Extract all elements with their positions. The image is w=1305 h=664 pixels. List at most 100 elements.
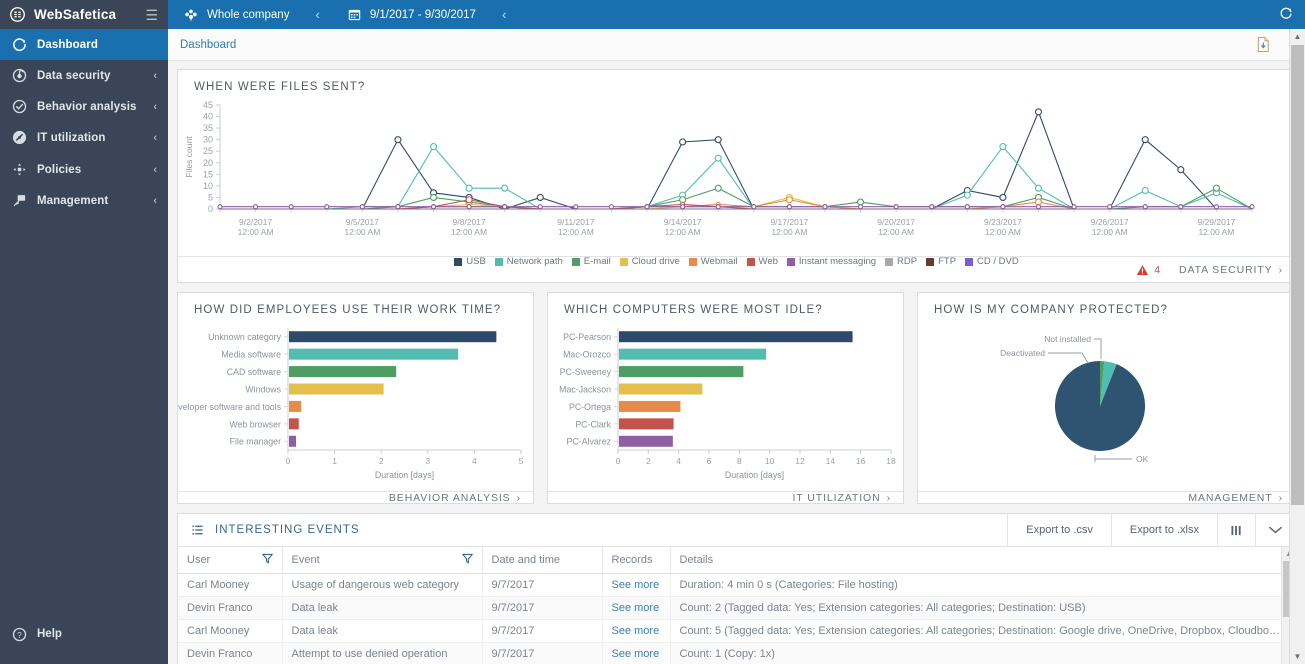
bar[interactable] <box>619 418 674 430</box>
filter-icon[interactable] <box>261 553 273 567</box>
bar[interactable] <box>619 383 703 395</box>
chevron-left-icon: ‹ <box>153 194 157 207</box>
scope-chevron-icon[interactable]: ‹ <box>303 7 331 22</box>
col-header-event[interactable]: Event <box>282 547 483 574</box>
sidebar-nav: Dashboard Data security ‹ Behavior analy… <box>0 29 168 216</box>
svg-text:2: 2 <box>379 456 384 466</box>
events-header: INTERESTING EVENTS Export to .csv Export… <box>178 514 1295 547</box>
sidebar-item-policies[interactable]: Policies ‹ <box>0 154 168 185</box>
svg-text:12:00 AM: 12:00 AM <box>238 227 274 237</box>
footer-link-management[interactable]: MANAGEMENT <box>1188 492 1272 504</box>
scope-label: Whole company <box>207 8 290 21</box>
card-idle-computers: WHICH COMPUTERS WERE MOST IDLE? PC-Pears… <box>547 292 904 504</box>
cell-records[interactable]: See more <box>602 619 671 643</box>
bar-category-label: Mac-Jackson <box>559 384 611 394</box>
date-chevron-icon[interactable]: ‹ <box>490 7 518 22</box>
events-title: INTERESTING EVENTS <box>215 524 360 536</box>
barchart2-plot: PC-Pearson Mac-Orozco PC-Sweeney Mac-Jackso… <box>548 320 903 491</box>
bar[interactable] <box>619 435 673 447</box>
scope-selector[interactable]: Whole company <box>168 0 303 29</box>
card-company-protected: HOW IS MY COMPANY PROTECTED? Not install… <box>917 292 1296 504</box>
table-row[interactable]: Carl Mooney Data leak 9/7/2017 See more Coun… <box>178 619 1295 643</box>
col-header-date[interactable]: Date and time <box>482 547 603 574</box>
interesting-events-panel: INTERESTING EVENTS Export to .csv Export… <box>177 513 1296 664</box>
cell-user: Devin Franco <box>178 596 283 620</box>
bar[interactable] <box>289 435 296 447</box>
bar-category-label: Windows <box>245 384 281 394</box>
svg-text:25: 25 <box>203 146 213 156</box>
bar[interactable] <box>619 400 681 412</box>
export-xlsx-button[interactable]: Export to .xlsx <box>1110 514 1217 546</box>
bar[interactable] <box>289 366 397 378</box>
alert-indicator[interactable]: 4 <box>1136 264 1161 276</box>
sidebar-help-label: Help <box>37 628 62 640</box>
events-table-body: Carl Mooney Usage of dangerous web catego… <box>178 573 1295 664</box>
cell-date: 9/7/2017 <box>482 619 603 643</box>
bar[interactable] <box>619 366 744 378</box>
svg-text:14: 14 <box>826 456 836 466</box>
bar[interactable] <box>619 348 767 360</box>
sidebar-item-it-utilization[interactable]: IT utilization ‹ <box>0 122 168 153</box>
sidebar-item-data-security[interactable]: Data security ‹ <box>0 60 168 91</box>
bar[interactable] <box>289 331 497 343</box>
see-more-link[interactable]: See more <box>612 602 660 614</box>
see-more-link[interactable]: See more <box>612 648 660 660</box>
svg-text:12: 12 <box>795 456 805 466</box>
table-row[interactable]: Devin Franco Attempt to use denied operat… <box>178 642 1295 664</box>
bar[interactable] <box>289 383 384 395</box>
line-chart-title: WHEN WERE FILES SENT? <box>194 81 366 93</box>
bar[interactable] <box>619 331 853 343</box>
page-scroll-up-icon[interactable]: ▲ <box>1290 29 1305 44</box>
sidebar-item-label: IT utilization <box>37 131 106 144</box>
svg-text:12:00 AM: 12:00 AM <box>878 227 914 237</box>
export-document-icon[interactable] <box>1256 36 1271 53</box>
page-scroll-thumb[interactable] <box>1291 45 1304 505</box>
table-row[interactable]: Devin Franco Data leak 9/7/2017 See more Cou… <box>178 596 1295 620</box>
svg-text:Files count: Files count <box>184 136 194 178</box>
page-scroll-down-icon[interactable]: ▼ <box>1290 649 1305 664</box>
col-header-details[interactable]: Details <box>670 547 1295 574</box>
sidebar-item-management[interactable]: Management ‹ <box>0 185 168 216</box>
footer-link-it-utilization[interactable]: IT UTILIZATION <box>793 492 881 504</box>
dashboard-icon <box>11 37 27 53</box>
see-more-link[interactable]: See more <box>612 579 660 591</box>
breadcrumb: Dashboard <box>168 29 1305 61</box>
col-header-records[interactable]: Records <box>602 547 671 574</box>
cell-records[interactable]: See more <box>602 573 671 597</box>
svg-text:20: 20 <box>203 158 213 168</box>
breadcrumb-dashboard[interactable]: Dashboard <box>180 39 236 51</box>
see-more-link[interactable]: See more <box>612 625 660 637</box>
bar-category-label: CAD software <box>227 367 281 377</box>
pie-label-not-installed: Not installed <box>1044 334 1091 344</box>
chevron-right-icon: › <box>886 492 891 504</box>
col-header-user[interactable]: User <box>178 547 283 574</box>
barchart1-title: HOW DID EMPLOYEES USE THEIR WORK TIME? <box>194 304 502 316</box>
sidebar-item-help[interactable]: ? Help <box>0 604 168 664</box>
svg-text:16: 16 <box>856 456 866 466</box>
bar[interactable] <box>289 348 459 360</box>
footer-link-data-security[interactable]: DATA SECURITY <box>1179 264 1273 276</box>
bar[interactable] <box>289 400 302 412</box>
refresh-icon[interactable] <box>1267 6 1305 23</box>
sidebar-item-behavior-analysis[interactable]: Behavior analysis ‹ <box>0 91 168 122</box>
svg-text:12:00 AM: 12:00 AM <box>1198 227 1234 237</box>
bar[interactable] <box>289 418 299 430</box>
filter-icon[interactable] <box>461 553 473 567</box>
cell-date: 9/7/2017 <box>482 642 603 664</box>
columns-button[interactable] <box>1217 514 1255 546</box>
cell-records[interactable]: See more <box>602 642 671 664</box>
sidebar-item-dashboard[interactable]: Dashboard <box>0 29 168 60</box>
svg-text:9/26/2017: 9/26/2017 <box>1091 217 1129 227</box>
date-range-selector[interactable]: 9/1/2017 - 9/30/2017 <box>332 0 490 29</box>
footer-link-behavior-analysis[interactable]: BEHAVIOR ANALYSIS <box>389 492 511 504</box>
events-table-head: User Event Date and time Records Details <box>178 547 1295 574</box>
hamburger-menu-icon[interactable]: ☰ <box>145 8 158 22</box>
middle-charts-row: HOW DID EMPLOYEES USE THEIR WORK TIME? U… <box>168 292 1296 504</box>
svg-text:12:00 AM: 12:00 AM <box>451 227 487 237</box>
export-csv-button[interactable]: Export to .csv <box>1007 514 1111 546</box>
cell-details: Count: 5 (Tagged data: Yes; Extension ca… <box>670 619 1295 643</box>
table-row[interactable]: Carl Mooney Usage of dangerous web catego… <box>178 573 1295 597</box>
svg-text:12:00 AM: 12:00 AM <box>1092 227 1128 237</box>
cell-records[interactable]: See more <box>602 596 671 620</box>
page-scrollbar[interactable]: ▲ ▼ <box>1289 29 1305 664</box>
